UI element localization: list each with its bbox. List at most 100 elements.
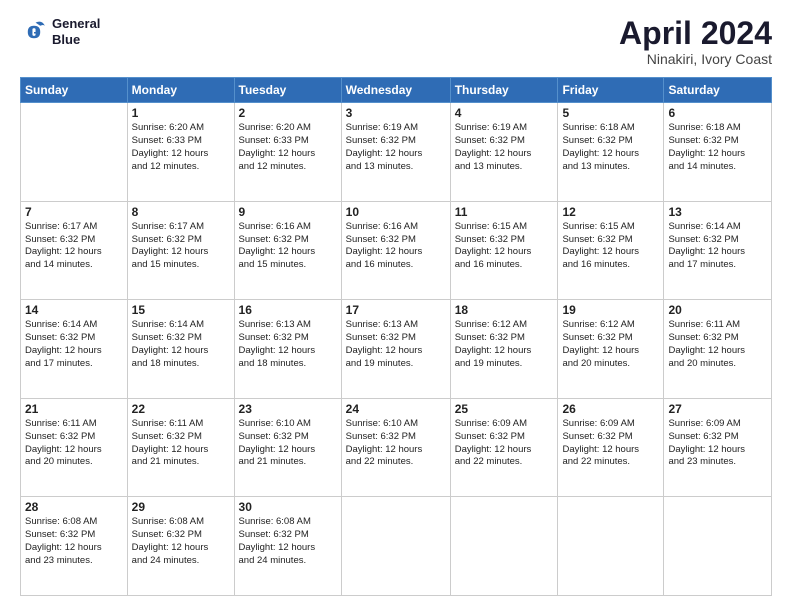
day-number: 22 (132, 402, 230, 416)
calendar-cell: 29 Sunrise: 6:08 AM Sunset: 6:32 PM Dayli… (127, 497, 234, 596)
title-block: April 2024 Ninakiri, Ivory Coast (619, 16, 772, 67)
day-number: 2 (239, 106, 337, 120)
day-number: 7 (25, 205, 123, 219)
day-info: Sunrise: 6:20 AM Sunset: 6:33 PM Dayligh… (132, 122, 230, 173)
day-info: Sunrise: 6:08 AM Sunset: 6:32 PM Dayligh… (239, 516, 337, 567)
calendar-cell: 8Sunrise: 6:17 AM Sunset: 6:32 PM Daylig… (127, 201, 234, 300)
day-info: Sunrise: 6:12 AM Sunset: 6:32 PM Dayligh… (562, 319, 659, 370)
calendar-cell: 25 Sunrise: 6:09 AM Sunset: 6:32 PM Dayli… (450, 398, 558, 497)
calendar-cell: 26 Sunrise: 6:09 AM Sunset: 6:32 PM Dayli… (558, 398, 664, 497)
calendar-cell: 12 Sunrise: 6:15 AM Sunset: 6:32 PM Dayli… (558, 201, 664, 300)
calendar-cell: 22 Sunrise: 6:11 AM Sunset: 6:32 PM Dayli… (127, 398, 234, 497)
calendar-cell: 15Sunrise: 6:14 AM Sunset: 6:32 PM Dayli… (127, 300, 234, 399)
calendar-cell: 28 Sunrise: 6:08 AM Sunset: 6:32 PM Dayli… (21, 497, 128, 596)
day-info: Sunrise: 6:17 AM Sunset: 6:32 PM Dayligh… (25, 221, 123, 272)
day-number: 11 (455, 205, 554, 219)
day-of-week-header: Monday (127, 78, 234, 103)
day-info: Sunrise: 6:16 AM Sunset: 6:32 PM Dayligh… (239, 221, 337, 272)
day-info: Sunrise: 6:11 AM Sunset: 6:32 PM Dayligh… (25, 418, 123, 469)
day-number: 29 (132, 500, 230, 514)
day-number: 5 (562, 106, 659, 120)
day-number: 14 (25, 303, 123, 317)
calendar-cell: 17 Sunrise: 6:13 AM Sunset: 6:32 PM Dayli… (341, 300, 450, 399)
day-of-week-header: Sunday (21, 78, 128, 103)
day-info: Sunrise: 6:16 AM Sunset: 6:32 PM Dayligh… (346, 221, 446, 272)
day-number: 10 (346, 205, 446, 219)
day-info: Sunrise: 6:15 AM Sunset: 6:32 PM Dayligh… (562, 221, 659, 272)
day-info: Sunrise: 6:11 AM Sunset: 6:32 PM Dayligh… (668, 319, 767, 370)
calendar-cell: 19 Sunrise: 6:12 AM Sunset: 6:32 PM Dayli… (558, 300, 664, 399)
day-info: Sunrise: 6:09 AM Sunset: 6:32 PM Dayligh… (455, 418, 554, 469)
calendar-cell: 2 Sunrise: 6:20 AM Sunset: 6:33 PM Daylig… (234, 103, 341, 202)
calendar-cell: 14Sunrise: 6:14 AM Sunset: 6:32 PM Dayli… (21, 300, 128, 399)
day-number: 28 (25, 500, 123, 514)
calendar-cell: 9 Sunrise: 6:16 AM Sunset: 6:32 PM Daylig… (234, 201, 341, 300)
logo-text: General Blue (52, 16, 100, 47)
header: General Blue April 2024 Ninakiri, Ivory … (20, 16, 772, 67)
calendar-cell: 23 Sunrise: 6:10 AM Sunset: 6:32 PM Dayli… (234, 398, 341, 497)
day-info: Sunrise: 6:10 AM Sunset: 6:32 PM Dayligh… (346, 418, 446, 469)
day-info: Sunrise: 6:12 AM Sunset: 6:32 PM Dayligh… (455, 319, 554, 370)
calendar-cell: 13 Sunrise: 6:14 AM Sunset: 6:32 PM Dayli… (664, 201, 772, 300)
calendar-cell: 16 Sunrise: 6:13 AM Sunset: 6:32 PM Dayli… (234, 300, 341, 399)
day-number: 21 (25, 402, 123, 416)
calendar-cell: 21 Sunrise: 6:11 AM Sunset: 6:32 PM Dayli… (21, 398, 128, 497)
day-info: Sunrise: 6:20 AM Sunset: 6:33 PM Dayligh… (239, 122, 337, 173)
day-number: 19 (562, 303, 659, 317)
day-info: Sunrise: 6:13 AM Sunset: 6:32 PM Dayligh… (239, 319, 337, 370)
day-number: 25 (455, 402, 554, 416)
day-info: Sunrise: 6:14 AM Sunset: 6:32 PM Dayligh… (132, 319, 230, 370)
day-of-week-header: Saturday (664, 78, 772, 103)
calendar-cell: 20 Sunrise: 6:11 AM Sunset: 6:32 PM Dayli… (664, 300, 772, 399)
calendar-cell: 5 Sunrise: 6:18 AM Sunset: 6:32 PM Daylig… (558, 103, 664, 202)
generalblue-icon (20, 18, 48, 46)
calendar-cell (21, 103, 128, 202)
day-info: Sunrise: 6:08 AM Sunset: 6:32 PM Dayligh… (25, 516, 123, 567)
calendar-cell (664, 497, 772, 596)
day-number: 13 (668, 205, 767, 219)
day-of-week-header: Tuesday (234, 78, 341, 103)
calendar-table: SundayMondayTuesdayWednesdayThursdayFrid… (20, 77, 772, 596)
day-number: 23 (239, 402, 337, 416)
calendar-week-row: 1 Sunrise: 6:20 AM Sunset: 6:33 PM Daylig… (21, 103, 772, 202)
day-number: 1 (132, 106, 230, 120)
day-info: Sunrise: 6:10 AM Sunset: 6:32 PM Dayligh… (239, 418, 337, 469)
day-info: Sunrise: 6:14 AM Sunset: 6:32 PM Dayligh… (668, 221, 767, 272)
day-info: Sunrise: 6:18 AM Sunset: 6:32 PM Dayligh… (668, 122, 767, 173)
calendar-week-row: 21 Sunrise: 6:11 AM Sunset: 6:32 PM Dayli… (21, 398, 772, 497)
day-number: 20 (668, 303, 767, 317)
calendar-week-row: 7 Sunrise: 6:17 AM Sunset: 6:32 PM Daylig… (21, 201, 772, 300)
day-number: 27 (668, 402, 767, 416)
day-number: 9 (239, 205, 337, 219)
location-subtitle: Ninakiri, Ivory Coast (619, 51, 772, 67)
day-info: Sunrise: 6:13 AM Sunset: 6:32 PM Dayligh… (346, 319, 446, 370)
calendar-cell (341, 497, 450, 596)
day-number: 3 (346, 106, 446, 120)
day-info: Sunrise: 6:11 AM Sunset: 6:32 PM Dayligh… (132, 418, 230, 469)
calendar-cell: 30Sunrise: 6:08 AM Sunset: 6:32 PM Dayli… (234, 497, 341, 596)
day-number: 4 (455, 106, 554, 120)
calendar-cell (558, 497, 664, 596)
calendar-cell: 24Sunrise: 6:10 AM Sunset: 6:32 PM Dayli… (341, 398, 450, 497)
day-number: 17 (346, 303, 446, 317)
calendar-header-row: SundayMondayTuesdayWednesdayThursdayFrid… (21, 78, 772, 103)
calendar-cell: 11Sunrise: 6:15 AM Sunset: 6:32 PM Dayli… (450, 201, 558, 300)
day-number: 6 (668, 106, 767, 120)
calendar-week-row: 28 Sunrise: 6:08 AM Sunset: 6:32 PM Dayli… (21, 497, 772, 596)
day-of-week-header: Thursday (450, 78, 558, 103)
day-info: Sunrise: 6:08 AM Sunset: 6:32 PM Dayligh… (132, 516, 230, 567)
day-number: 26 (562, 402, 659, 416)
day-info: Sunrise: 6:18 AM Sunset: 6:32 PM Dayligh… (562, 122, 659, 173)
logo: General Blue (20, 16, 100, 47)
calendar-cell: 1 Sunrise: 6:20 AM Sunset: 6:33 PM Daylig… (127, 103, 234, 202)
calendar-cell: 7 Sunrise: 6:17 AM Sunset: 6:32 PM Daylig… (21, 201, 128, 300)
day-number: 12 (562, 205, 659, 219)
day-number: 16 (239, 303, 337, 317)
day-of-week-header: Wednesday (341, 78, 450, 103)
day-info: Sunrise: 6:09 AM Sunset: 6:32 PM Dayligh… (562, 418, 659, 469)
day-of-week-header: Friday (558, 78, 664, 103)
calendar-cell: 27 Sunrise: 6:09 AM Sunset: 6:32 PM Dayli… (664, 398, 772, 497)
day-info: Sunrise: 6:09 AM Sunset: 6:32 PM Dayligh… (668, 418, 767, 469)
page: General Blue April 2024 Ninakiri, Ivory … (0, 0, 792, 612)
calendar-cell: 18Sunrise: 6:12 AM Sunset: 6:32 PM Dayli… (450, 300, 558, 399)
